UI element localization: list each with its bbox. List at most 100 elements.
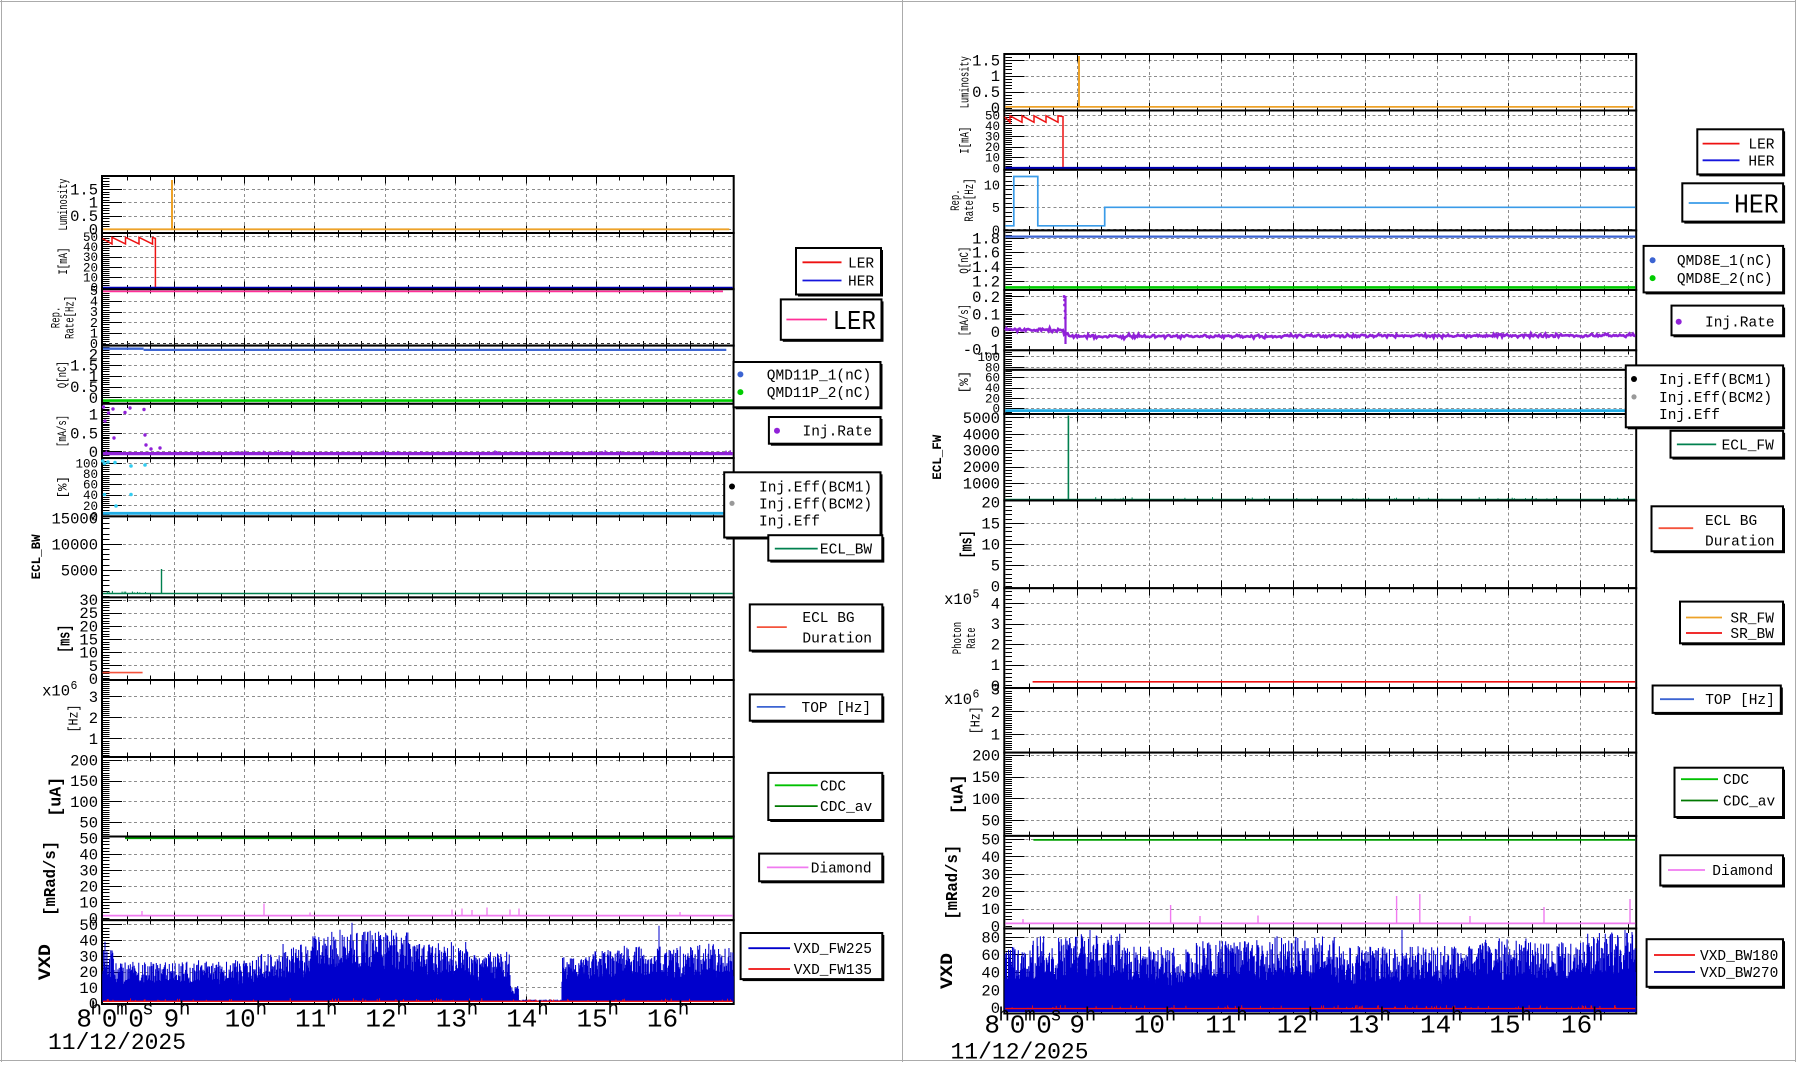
svg-text:x10: x10 xyxy=(42,683,70,701)
svg-text:Photon: Photon xyxy=(951,622,965,654)
svg-text:12: 12 xyxy=(1277,1011,1308,1041)
svg-text:0: 0 xyxy=(991,324,1000,342)
svg-text:10: 10 xyxy=(79,895,98,913)
svg-text:50: 50 xyxy=(981,813,1000,831)
svg-text:50: 50 xyxy=(83,231,98,245)
svg-text:1.5: 1.5 xyxy=(70,181,98,199)
svg-text:Rep.: Rep. xyxy=(949,189,963,211)
svg-text:ECL_FW: ECL_FW xyxy=(1722,438,1775,454)
svg-text:h: h xyxy=(326,999,337,1021)
svg-text:SR_BW: SR_BW xyxy=(1730,627,1774,643)
svg-text:3000: 3000 xyxy=(963,443,1000,461)
svg-text:20: 20 xyxy=(981,884,1000,902)
svg-text:QMD11P_1(nC): QMD11P_1(nC) xyxy=(767,368,871,384)
svg-text:[uA]: [uA] xyxy=(48,777,67,817)
svg-text:3: 3 xyxy=(991,682,1000,700)
svg-text:h: h xyxy=(1308,1005,1319,1027)
svg-text:s: s xyxy=(142,999,153,1021)
svg-text:Luminosity: Luminosity xyxy=(959,56,973,108)
svg-text:200: 200 xyxy=(972,747,1000,765)
svg-text:LER: LER xyxy=(833,308,876,338)
svg-text:QMD8E_1(nC): QMD8E_1(nC) xyxy=(1677,254,1773,270)
svg-text:h: h xyxy=(1165,1005,1176,1027)
svg-text:1.8: 1.8 xyxy=(972,230,1000,248)
svg-text:VXD_BW180: VXD_BW180 xyxy=(1700,949,1778,965)
svg-text:150: 150 xyxy=(70,773,98,791)
svg-text:5000: 5000 xyxy=(963,410,1000,428)
svg-text:0.1: 0.1 xyxy=(972,307,1000,325)
svg-text:QMD11P_2(nC): QMD11P_2(nC) xyxy=(767,386,871,402)
svg-text:[ms]: [ms] xyxy=(959,530,978,558)
svg-text:5: 5 xyxy=(90,285,98,300)
svg-text:Q[nC]: Q[nC] xyxy=(56,361,70,388)
svg-text:Inj.Rate: Inj.Rate xyxy=(803,425,873,441)
svg-text:Rate[Hz]: Rate[Hz] xyxy=(963,179,977,222)
svg-text:10: 10 xyxy=(981,901,1000,919)
svg-text:11/12/2025: 11/12/2025 xyxy=(951,1040,1089,1063)
svg-text:6: 6 xyxy=(71,680,78,693)
svg-text:0: 0 xyxy=(991,579,1000,597)
svg-text:20: 20 xyxy=(981,982,1000,1000)
svg-text:[%]: [%] xyxy=(57,476,71,499)
svg-text:Inj.Eff(BCM2): Inj.Eff(BCM2) xyxy=(759,498,872,514)
svg-text:h: h xyxy=(1592,1005,1603,1027)
svg-text:h: h xyxy=(1085,1005,1096,1027)
svg-text:ECL_BW: ECL_BW xyxy=(820,543,873,559)
svg-text:h: h xyxy=(998,1005,1009,1027)
svg-text:100: 100 xyxy=(70,794,98,812)
svg-text:VXD_FW135: VXD_FW135 xyxy=(794,963,872,979)
svg-text:h: h xyxy=(1236,1005,1247,1027)
svg-text:Diamond: Diamond xyxy=(811,861,872,877)
svg-text:14: 14 xyxy=(1420,1011,1451,1041)
svg-text:s: s xyxy=(1050,1005,1061,1027)
svg-text:5: 5 xyxy=(992,202,1000,217)
svg-text:I[mA]: I[mA] xyxy=(57,248,71,275)
svg-text:Inj.Eff: Inj.Eff xyxy=(1659,408,1720,424)
svg-text:100: 100 xyxy=(977,351,1000,365)
svg-text:13: 13 xyxy=(1348,1011,1379,1041)
svg-text:h: h xyxy=(256,999,267,1021)
svg-text:CDC: CDC xyxy=(1723,773,1749,789)
svg-text:Inj.Eff: Inj.Eff xyxy=(759,515,820,531)
svg-text:3: 3 xyxy=(89,689,98,707)
svg-text:h: h xyxy=(678,999,689,1021)
svg-text:CDC_av: CDC_av xyxy=(1723,795,1776,811)
svg-text:4: 4 xyxy=(991,595,1000,613)
svg-text:50: 50 xyxy=(79,831,98,849)
svg-text:20: 20 xyxy=(79,879,98,897)
svg-text:11/12/2025: 11/12/2025 xyxy=(48,1030,186,1056)
svg-text:HER: HER xyxy=(1734,192,1779,222)
svg-text:LER: LER xyxy=(1748,138,1774,154)
svg-text:x10: x10 xyxy=(944,591,972,609)
svg-text:5000: 5000 xyxy=(61,562,98,580)
svg-text:Inj.Eff(BCM1): Inj.Eff(BCM1) xyxy=(1659,373,1772,389)
svg-text:0.5: 0.5 xyxy=(70,425,98,443)
svg-text:VXD_BW270: VXD_BW270 xyxy=(1700,966,1778,982)
svg-text:1: 1 xyxy=(991,726,1000,744)
svg-text:5: 5 xyxy=(973,589,980,602)
svg-text:15: 15 xyxy=(1489,1011,1520,1041)
svg-text:[ms]: [ms] xyxy=(57,625,76,653)
svg-text:ECL_BW: ECL_BW xyxy=(29,534,44,579)
svg-text:10: 10 xyxy=(79,980,98,998)
svg-text:6: 6 xyxy=(973,689,980,702)
svg-text:2: 2 xyxy=(89,347,98,365)
svg-text:10: 10 xyxy=(225,1005,256,1035)
svg-text:HER: HER xyxy=(1748,154,1774,170)
svg-text:CDC: CDC xyxy=(820,779,846,795)
svg-text:3: 3 xyxy=(991,616,1000,634)
svg-text:LER: LER xyxy=(848,256,874,272)
svg-text:40: 40 xyxy=(981,965,1000,983)
svg-text:ECL BG: ECL BG xyxy=(1705,514,1757,530)
svg-text:2: 2 xyxy=(991,704,1000,722)
svg-text:ECL BG: ECL BG xyxy=(802,611,854,627)
svg-text:9: 9 xyxy=(1069,1011,1085,1041)
svg-text:1: 1 xyxy=(89,407,98,425)
svg-text:14: 14 xyxy=(506,1005,537,1035)
svg-text:12: 12 xyxy=(365,1005,396,1035)
svg-text:Luminosity: Luminosity xyxy=(57,178,71,230)
svg-text:100: 100 xyxy=(75,457,98,471)
svg-text:40: 40 xyxy=(981,849,1000,867)
svg-text:50: 50 xyxy=(79,917,98,935)
svg-text:Rate: Rate xyxy=(965,627,979,649)
